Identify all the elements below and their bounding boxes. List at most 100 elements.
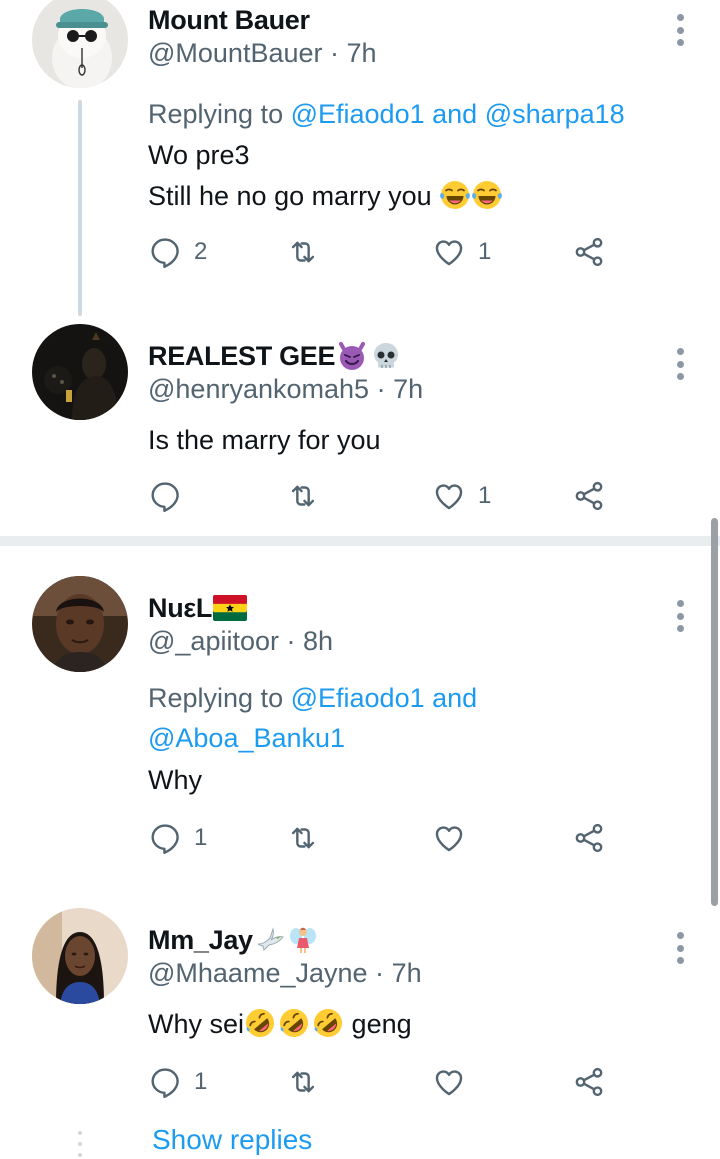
retweet-button[interactable] (286, 818, 320, 858)
share-button[interactable] (572, 476, 606, 516)
retweet-button[interactable] (286, 232, 320, 272)
separator-dot: · (376, 374, 386, 404)
tweet-text: Why (148, 760, 202, 801)
display-name[interactable]: REALEST GEE (148, 341, 336, 372)
like-count: 1 (478, 482, 492, 509)
retweet-icon (286, 1065, 320, 1099)
user-handle[interactable]: @_apiitoor (148, 626, 279, 656)
retweet-icon (286, 479, 320, 513)
reply-button[interactable]: 2 (148, 232, 207, 272)
mention-link[interactable]: @Aboa_Banku1 (148, 723, 345, 753)
skull-icon (370, 340, 402, 372)
reply-icon (148, 1065, 182, 1099)
avatar[interactable] (32, 0, 128, 88)
reply-icon (148, 821, 182, 855)
like-icon (432, 235, 466, 269)
tweet-text: Is the marry for you (148, 420, 381, 461)
avatar[interactable] (32, 908, 128, 1004)
ghana-flag-icon (213, 595, 247, 621)
mention-link[interactable]: @Efiaodo1 (291, 683, 425, 713)
retweet-icon (286, 235, 320, 269)
tweet-text-line: Still he no go marry you (148, 176, 503, 217)
retweet-button[interactable] (286, 1062, 320, 1102)
reply-tweet[interactable]: REALEST GEE @henryankomah5 · 7h Is the m… (0, 324, 720, 526)
more-options-icon[interactable] (668, 346, 692, 382)
display-name[interactable]: Mount Bauer (148, 5, 310, 36)
share-button[interactable] (572, 1062, 606, 1102)
replying-joiner: and (432, 99, 478, 129)
mention-link[interactable]: @Efiaodo1 (291, 99, 425, 129)
timestamp[interactable]: 8h (303, 626, 333, 656)
user-handle[interactable]: @Mhaame_Jayne (148, 958, 368, 988)
like-button[interactable]: 1 (432, 232, 491, 272)
like-button[interactable] (432, 1062, 478, 1102)
reply-button[interactable] (148, 476, 194, 516)
tweet-text-segment: Why sei (148, 1009, 245, 1039)
thread-continuation-dots (76, 1131, 84, 1157)
tweet-actions: 2 1 (148, 232, 628, 272)
like-button[interactable]: 1 (432, 476, 491, 516)
more-options-icon[interactable] (668, 598, 692, 634)
reply-tweet[interactable]: NuεL @_apiitoor · 8h Replying to @Efiaod… (0, 576, 720, 868)
tweet-text-line: Wo pre3 (148, 140, 250, 170)
tweet-text-line: Is the marry for you (148, 425, 381, 455)
reply-button[interactable]: 1 (148, 1062, 207, 1102)
tweet-text-line: Why (148, 765, 202, 795)
retweet-icon (286, 821, 320, 855)
user-handle[interactable]: @henryankomah5 (148, 374, 369, 404)
more-options-icon[interactable] (668, 12, 692, 48)
more-options-icon[interactable] (668, 930, 692, 966)
rolling-on-floor-laughing-icon (244, 1007, 276, 1039)
reply-tweet[interactable]: Mount Bauer @MountBauer · 7h Replying to… (0, 0, 720, 290)
like-icon (432, 479, 466, 513)
reply-button[interactable]: 1 (148, 818, 207, 858)
share-button[interactable] (572, 232, 606, 272)
reply-count: 1 (194, 1068, 208, 1095)
tweet-text: Wo pre3 Still he no go marry you (148, 135, 503, 217)
show-replies-link[interactable]: Show replies (152, 1124, 312, 1156)
replying-to-line: Replying to @Efiaodo1 and (148, 678, 477, 718)
share-icon (572, 821, 606, 855)
like-icon (432, 821, 466, 855)
timestamp[interactable]: 7h (392, 958, 422, 988)
mention-link[interactable]: @sharpa18 (485, 99, 625, 129)
avatar[interactable] (32, 324, 128, 420)
tweet-actions: 1 (148, 818, 628, 858)
tweet-text-line: Why sei geng (148, 1004, 412, 1045)
share-button[interactable] (572, 818, 606, 858)
tweet-actions: 1 (148, 476, 628, 516)
user-handle[interactable]: @MountBauer (148, 38, 323, 68)
display-name[interactable]: Mm_Jay (148, 925, 253, 956)
dove-icon (255, 924, 287, 956)
replying-to-label: Replying to (148, 683, 284, 713)
timestamp[interactable]: 7h (347, 38, 377, 68)
separator-dot: · (375, 958, 385, 988)
fairy-icon (287, 924, 319, 956)
share-icon (572, 1065, 606, 1099)
like-count: 1 (478, 238, 492, 265)
reply-icon (148, 479, 182, 513)
separator-dot: · (286, 626, 296, 656)
like-button[interactable] (432, 818, 478, 858)
share-icon (572, 479, 606, 513)
display-name[interactable]: NuεL (148, 593, 212, 624)
tears-of-joy-icon (471, 179, 503, 211)
replying-to-line-continued: @Aboa_Banku1 (148, 718, 345, 758)
avatar[interactable] (32, 576, 128, 672)
reply-count: 1 (194, 824, 208, 851)
tweet-text-segment: Still he no go marry you (148, 181, 432, 211)
reply-tweet[interactable]: Mm_Jay @Mhaame_Jayne · 7h Why sei geng 1 (0, 908, 720, 1102)
replying-to-label: Replying to (148, 99, 284, 129)
tweet-text-segment: geng (351, 1009, 412, 1039)
rolling-on-floor-laughing-icon (312, 1007, 344, 1039)
share-icon (572, 235, 606, 269)
smiling-face-with-horns-icon (336, 340, 368, 372)
tears-of-joy-icon (439, 179, 471, 211)
separator-dot: · (330, 38, 340, 68)
retweet-button[interactable] (286, 476, 320, 516)
reply-icon (148, 235, 182, 269)
tweet-text: Why sei geng (148, 1004, 412, 1045)
replying-joiner: and (432, 683, 478, 713)
timestamp[interactable]: 7h (393, 374, 423, 404)
tweet-actions: 1 (148, 1062, 628, 1102)
